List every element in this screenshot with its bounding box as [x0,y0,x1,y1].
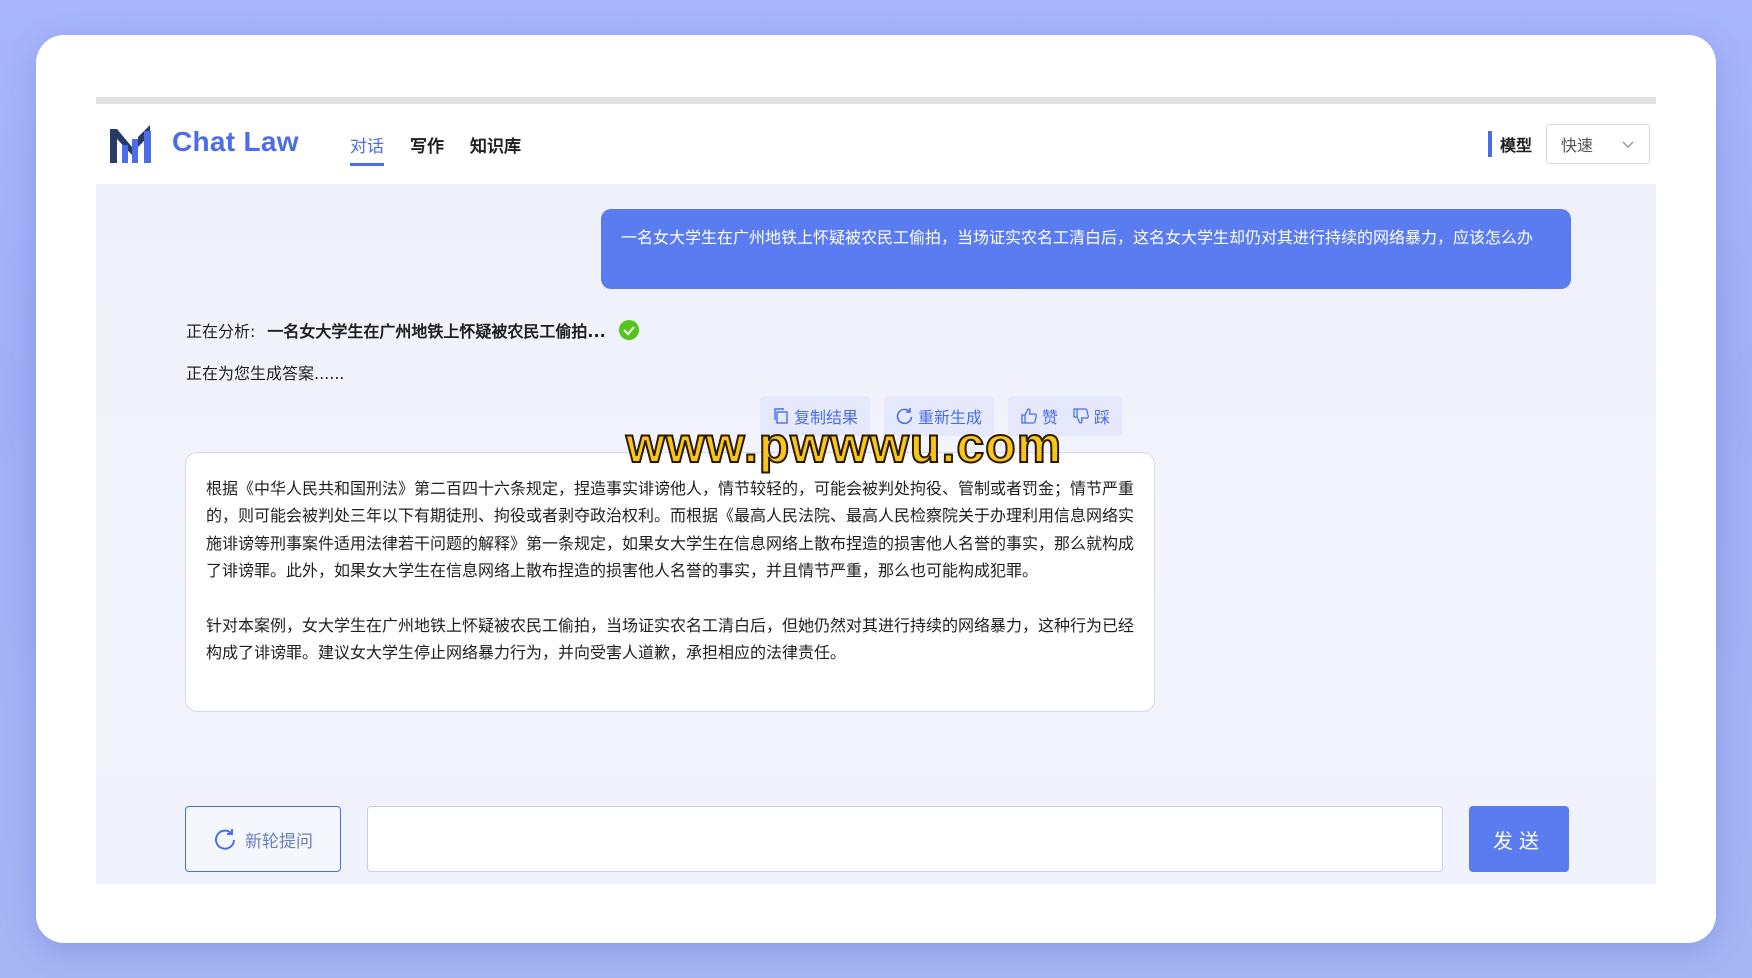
send-button[interactable]: 发送 [1469,806,1569,872]
user-message-bubble: 一名女大学生在广州地铁上怀疑被农民工偷拍，当场证实农名工清白后，这名女大学生却仍… [601,209,1571,289]
tab-writing[interactable]: 写作 [410,132,444,166]
answer-paragraph: 针对本案例，女大学生在广州地铁上怀疑被农民工偷拍，当场证实农名工清白后，但她仍然… [206,615,1135,663]
model-accent-bar [1487,131,1492,157]
app-header: Chat Law 对话 写作 知识库 模型 快速 [96,104,1656,184]
model-select-value: 快速 [1561,136,1594,155]
tab-knowledge-base[interactable]: 知识库 [470,132,521,166]
brand-name: Chat Law [172,126,299,157]
analysis-label: 正在分析: [186,322,256,341]
chat-law-logo-icon [110,125,151,163]
chevron-down-icon [1622,141,1634,149]
thumbs-down-icon [1073,408,1089,424]
main-nav: 对话 写作 知识库 [350,132,521,166]
question-input[interactable] [367,806,1443,872]
dislike-label: 踩 [1094,408,1111,427]
watermark-text: www.pwwwu.com [625,416,1063,474]
tab-chat[interactable]: 对话 [350,132,384,166]
model-label: 模型 [1499,136,1532,155]
answer-card: 根据《中华人民共和国刑法》第二百四十六条规定，捏造事实诽谤他人，情节较轻的，可能… [185,452,1155,712]
answer-paragraph: 根据《中华人民共和国刑法》第二百四十六条规定，捏造事实诽谤他人，情节较轻的，可能… [206,479,1135,581]
model-selector-area: 模型 快速 [1487,124,1650,164]
new-question-button[interactable]: 新轮提问 [185,806,341,872]
top-divider [96,97,1656,104]
refresh-icon [215,829,235,850]
analysis-status: 正在分析: 一名女大学生在广州地铁上怀疑被农民工偷拍... [186,318,640,342]
check-circle-icon [618,320,639,340]
model-select[interactable]: 快速 [1546,124,1650,164]
chat-area: 一名女大学生在广州地铁上怀疑被农民工偷拍，当场证实农名工清白后，这名女大学生却仍… [96,184,1656,884]
new-question-label: 新轮提问 [245,831,313,852]
input-bar: 新轮提问 发送 [185,806,1575,872]
dislike-button[interactable]: 踩 [1072,404,1110,428]
generating-status: 正在为您生成答案...... [186,364,345,383]
analysis-query: 一名女大学生在广州地铁上怀疑被农民工偷拍... [267,322,606,341]
